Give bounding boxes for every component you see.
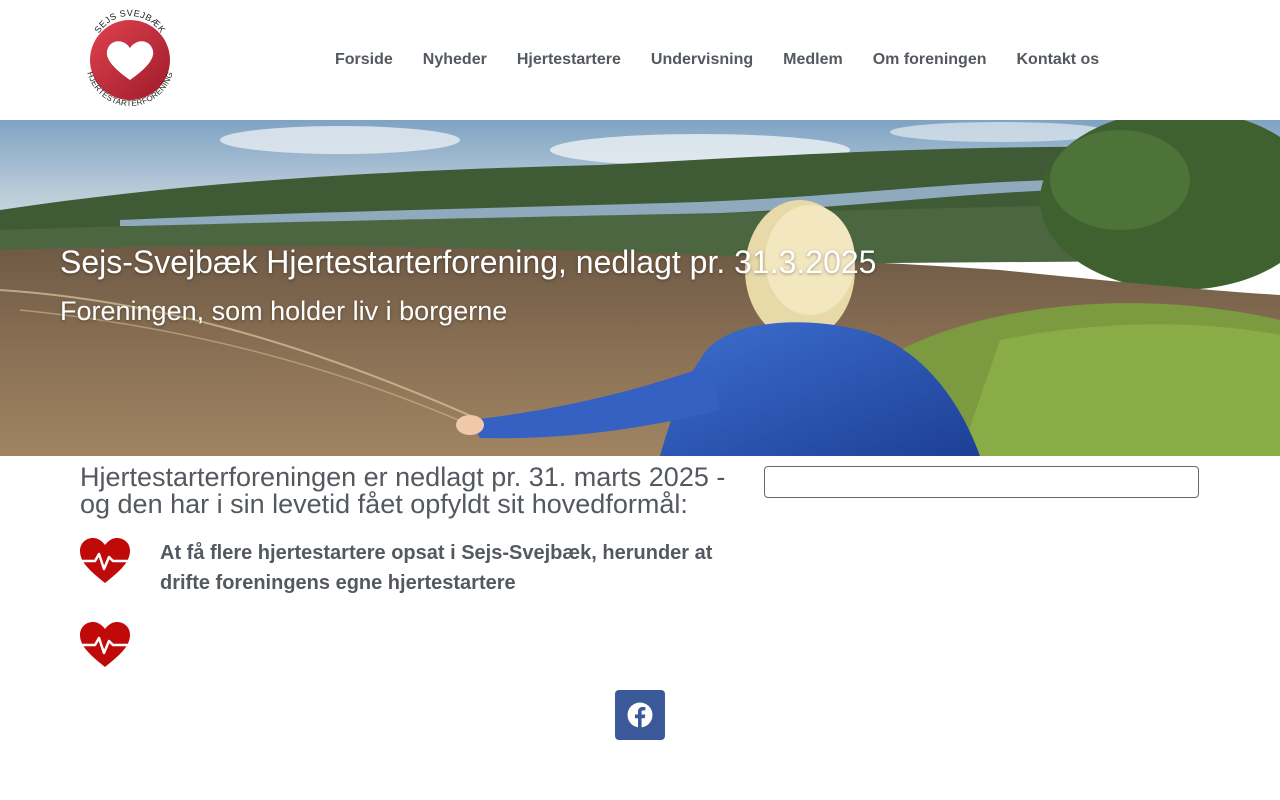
feature-text: At få flere hjertestartere opsat i Sejs-… bbox=[160, 542, 713, 594]
heartbeat-icon bbox=[80, 538, 130, 583]
nav-item-kontakt-os[interactable]: Kontakt os bbox=[1001, 40, 1114, 80]
facebook-icon bbox=[627, 702, 653, 728]
main-nav: Forside Nyheder Hjertestartere Undervisn… bbox=[320, 40, 1114, 80]
site-logo[interactable]: SEJS SVEJBÆK HJERTESTARTERFORENING bbox=[80, 8, 180, 112]
feature-item bbox=[80, 622, 750, 668]
hero-landscape-image bbox=[0, 120, 1280, 456]
hero-title: Sejs-Svejbæk Hjertestarterforening, nedl… bbox=[60, 244, 877, 280]
hero-banner: Sejs-Svejbæk Hjertestarterforening, nedl… bbox=[0, 120, 1280, 456]
nav-item-nyheder[interactable]: Nyheder bbox=[408, 40, 502, 80]
heart-logo-icon: SEJS SVEJBÆK HJERTESTARTERFORENING bbox=[85, 8, 174, 108]
hero-subtitle: Foreningen, som holder liv i borgerne bbox=[60, 296, 508, 326]
nav-item-hjertestartere[interactable]: Hjertestartere bbox=[502, 40, 636, 80]
site-header: SEJS SVEJBÆK HJERTESTARTERFORENING Forsi… bbox=[0, 0, 1280, 120]
nav-item-forside[interactable]: Forside bbox=[320, 40, 408, 80]
nav-item-medlem[interactable]: Medlem bbox=[768, 40, 858, 80]
sidebar-box bbox=[764, 466, 1199, 498]
heartbeat-icon bbox=[80, 622, 130, 667]
feature-item: At få flere hjertestartere opsat i Sejs-… bbox=[80, 538, 750, 600]
nav-item-om-foreningen[interactable]: Om foreningen bbox=[858, 40, 1002, 80]
facebook-button[interactable] bbox=[615, 690, 665, 740]
intro-heading: Hjertestarterforeningen er nedlagt pr. 3… bbox=[80, 462, 726, 519]
nav-item-undervisning[interactable]: Undervisning bbox=[636, 40, 768, 80]
